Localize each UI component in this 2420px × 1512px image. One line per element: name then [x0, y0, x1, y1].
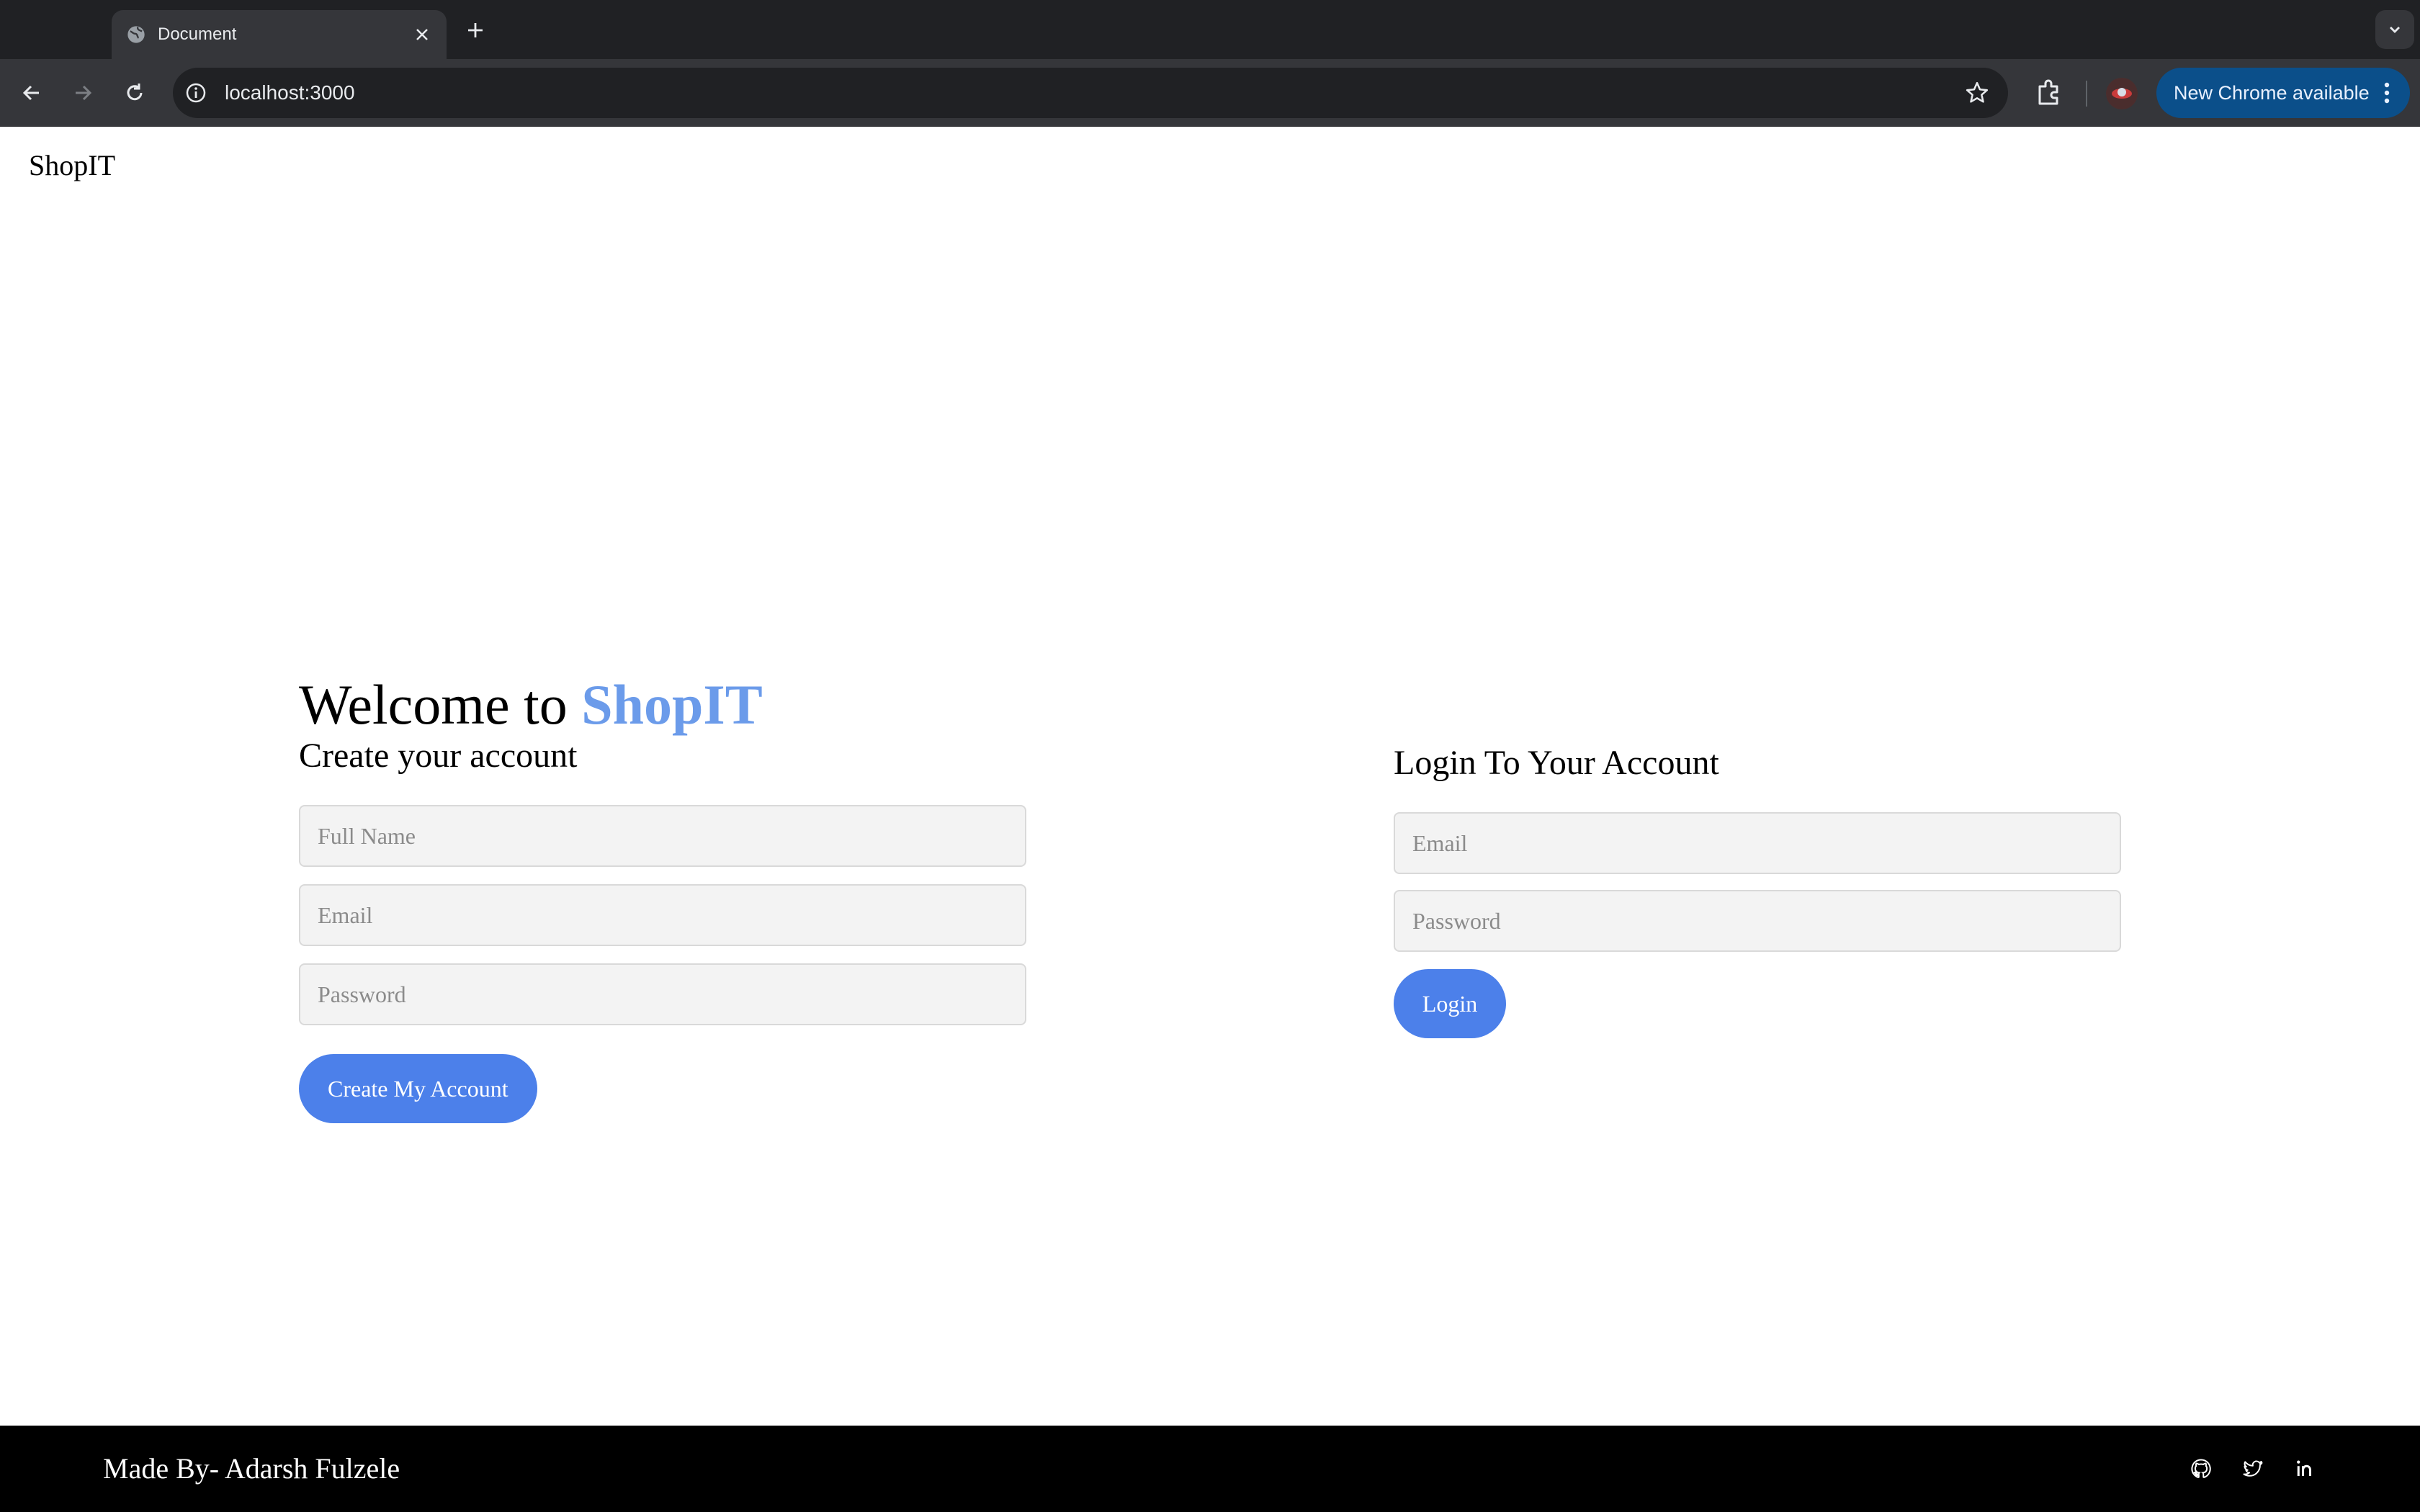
github-icon[interactable] — [2188, 1456, 2214, 1482]
update-label: New Chrome available — [2174, 82, 2370, 104]
browser-tab-strip: Document — [0, 0, 2420, 59]
chevron-down-icon[interactable] — [2375, 10, 2414, 49]
globe-icon — [127, 26, 145, 43]
signup-form: Welcome to ShopIT Create your account Cr… — [299, 672, 1026, 1123]
login-button[interactable]: Login — [1394, 969, 1506, 1038]
avatar-icon — [2106, 78, 2138, 109]
linkedin-icon[interactable] — [2292, 1456, 2318, 1482]
create-account-button[interactable]: Create My Account — [299, 1054, 537, 1123]
welcome-heading: Welcome to ShopIT — [299, 672, 1026, 737]
profile-avatar[interactable] — [2106, 78, 2138, 109]
signup-email-input[interactable] — [299, 884, 1026, 946]
login-form: Login To Your Account Login — [1394, 743, 2121, 1038]
site-brand[interactable]: ShopIT — [29, 148, 115, 182]
kebab-menu-icon[interactable] — [2374, 80, 2400, 106]
close-tab-icon[interactable] — [411, 23, 434, 46]
footer: Made By- Adarsh Fulzele — [0, 1426, 2420, 1512]
welcome-prefix: Welcome to — [299, 673, 582, 736]
chrome-update-button[interactable]: New Chrome available — [2156, 68, 2410, 118]
site-info-icon[interactable] — [184, 81, 207, 104]
signup-subtitle: Create your account — [299, 737, 578, 775]
address-url: localhost:3000 — [225, 81, 355, 104]
address-bar[interactable]: localhost:3000 — [173, 68, 2008, 118]
login-title: Login To Your Account — [1394, 744, 1719, 782]
browser-toolbar: localhost:3000 New Chrome available — [0, 59, 2420, 127]
footer-credit: Made By- Adarsh Fulzele — [103, 1452, 400, 1485]
twitter-icon[interactable] — [2240, 1456, 2266, 1482]
browser-tab[interactable]: Document — [112, 10, 447, 59]
bookmark-star-icon[interactable] — [1965, 81, 1989, 105]
signup-password-input[interactable] — [299, 963, 1026, 1025]
login-email-input[interactable] — [1394, 812, 2121, 874]
page-body: ShopIT Welcome to ShopIT Create your acc… — [0, 127, 2420, 1426]
welcome-brand: ShopIT — [581, 673, 763, 736]
fullname-input[interactable] — [299, 805, 1026, 867]
extensions-puzzle-icon[interactable] — [2033, 75, 2067, 109]
reload-icon[interactable] — [117, 76, 152, 110]
toolbar-divider — [2086, 81, 2087, 107]
back-arrow-icon[interactable] — [14, 76, 49, 110]
new-tab-icon[interactable] — [461, 16, 490, 45]
login-password-input[interactable] — [1394, 890, 2121, 952]
forward-arrow-icon[interactable] — [66, 76, 100, 110]
tab-title: Document — [158, 24, 237, 44]
